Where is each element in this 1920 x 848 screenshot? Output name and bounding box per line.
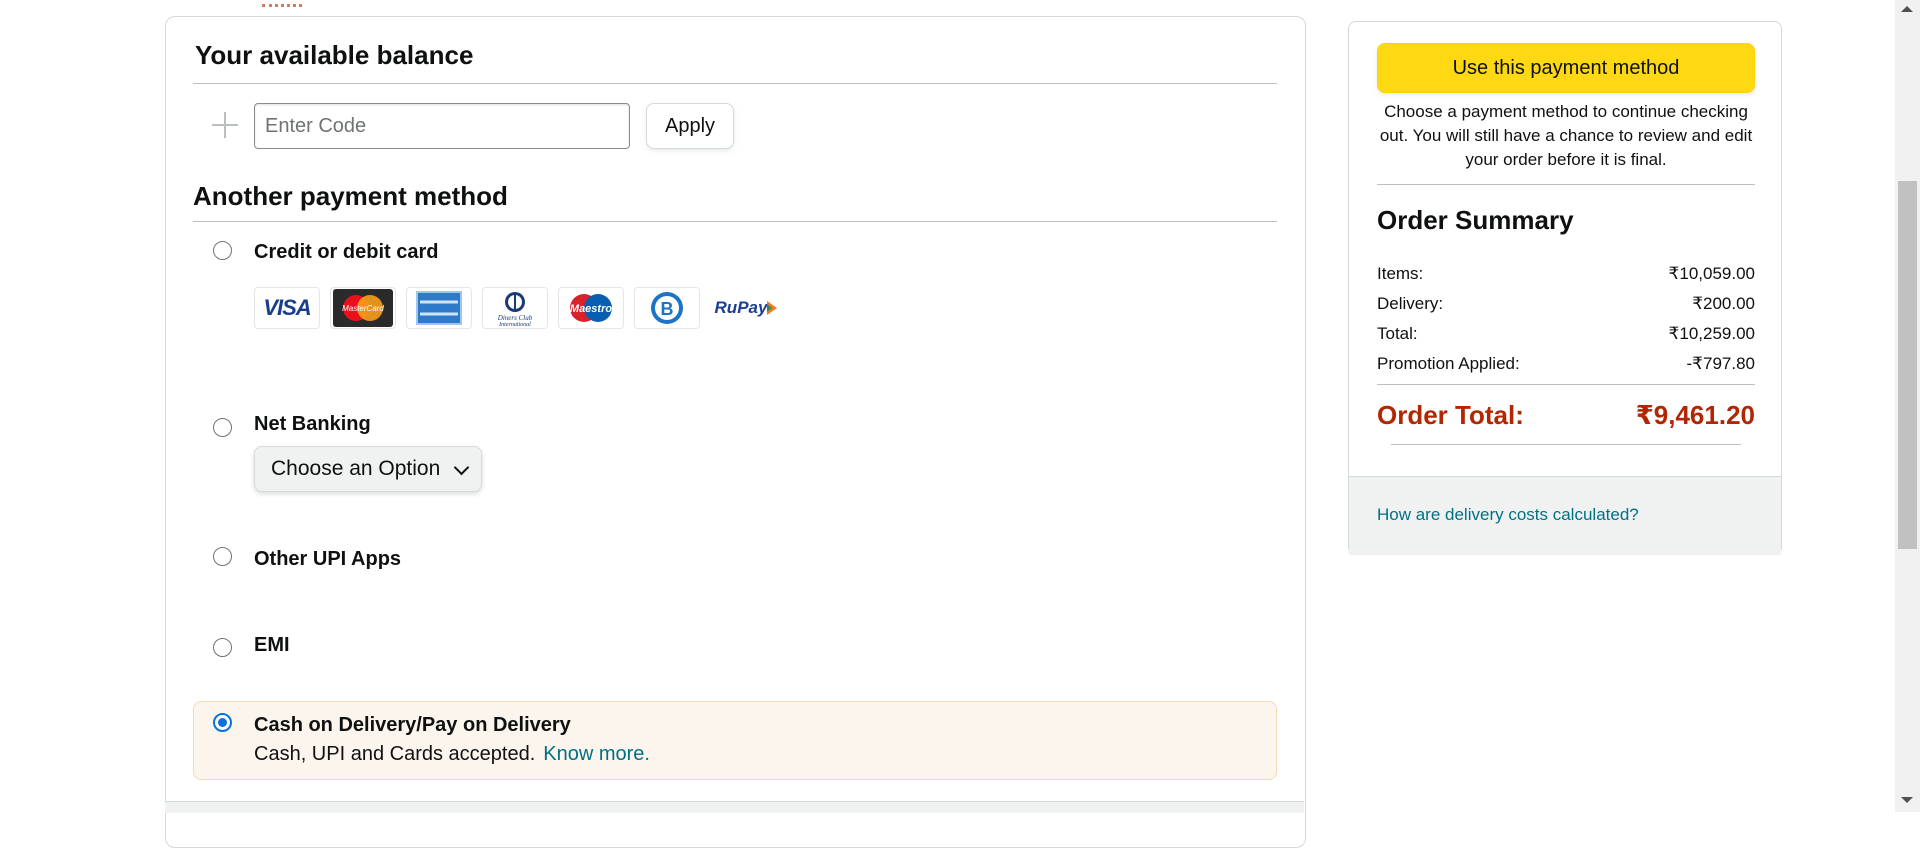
visa-logo: VISA — [254, 287, 320, 329]
card-option-label[interactable]: Credit or debit card — [254, 241, 438, 264]
scrollbar-thumb[interactable] — [1898, 181, 1917, 549]
another-payment-title: Another payment method — [193, 181, 508, 211]
svg-text:MasterCard: MasterCard — [342, 304, 384, 313]
gift-code-input[interactable] — [254, 103, 630, 149]
netbanking-radio[interactable] — [213, 418, 232, 437]
upi-option-label[interactable]: Other UPI Apps — [254, 548, 401, 571]
svg-text:B: B — [661, 299, 674, 319]
order-total: Order Total: ₹9,461.20 — [1377, 400, 1755, 430]
emi-radio[interactable] — [213, 638, 232, 657]
clipped-header-mark — [262, 0, 302, 7]
divider — [193, 221, 1277, 222]
cod-radio[interactable] — [213, 713, 232, 732]
summary-row-total: Total: ₹10,259.00 — [1377, 324, 1755, 343]
delivery-costs-link[interactable]: How are delivery costs calculated? — [1377, 505, 1639, 525]
svg-text:Maestro: Maestro — [570, 303, 612, 315]
divider — [1377, 384, 1755, 385]
cod-option-label[interactable]: Cash on Delivery/Pay on Delivery — [254, 714, 571, 737]
use-payment-method-button[interactable]: Use this payment method — [1377, 43, 1755, 93]
emi-option-label[interactable]: EMI — [254, 634, 290, 657]
amex-logo — [406, 287, 472, 329]
divider — [193, 83, 1277, 84]
cod-option-box[interactable] — [193, 701, 1277, 780]
cod-subtext: Cash, UPI and Cards accepted. Know more. — [254, 743, 650, 765]
bajaj-logo: B — [634, 287, 700, 329]
divider — [1377, 184, 1755, 185]
scroll-down-icon[interactable] — [1901, 797, 1913, 803]
summary-row-delivery: Delivery: ₹200.00 — [1377, 294, 1755, 313]
svg-text:Diners Club: Diners Club — [497, 314, 533, 322]
know-more-link[interactable]: Know more. — [543, 743, 650, 765]
order-summary-title: Order Summary — [1377, 205, 1574, 235]
checkout-note: Choose a payment method to continue chec… — [1379, 102, 1753, 169]
netbanking-option-label[interactable]: Net Banking — [254, 413, 371, 436]
plus-icon[interactable] — [212, 112, 238, 138]
card-footer-strip — [165, 801, 1304, 813]
netbanking-select[interactable]: Choose an Option — [254, 446, 482, 492]
svg-text:International: International — [498, 322, 531, 327]
mastercard-logo: MasterCard — [330, 287, 396, 329]
summary-row-items: Items: ₹10,059.00 — [1377, 264, 1755, 283]
maestro-logo: Maestro — [558, 287, 624, 329]
chevron-down-icon — [453, 459, 470, 476]
apply-button[interactable]: Apply — [646, 103, 734, 149]
scroll-up-icon[interactable] — [1901, 6, 1913, 12]
rupay-logo: RuPay — [710, 287, 782, 329]
card-radio[interactable] — [213, 241, 232, 260]
summary-row-promotion: Promotion Applied: -₹797.80 — [1377, 354, 1755, 373]
divider — [1391, 444, 1741, 445]
upi-radio[interactable] — [213, 547, 232, 566]
diners-club-logo: Diners Club International — [482, 287, 548, 329]
balance-title: Your available balance — [195, 40, 474, 70]
